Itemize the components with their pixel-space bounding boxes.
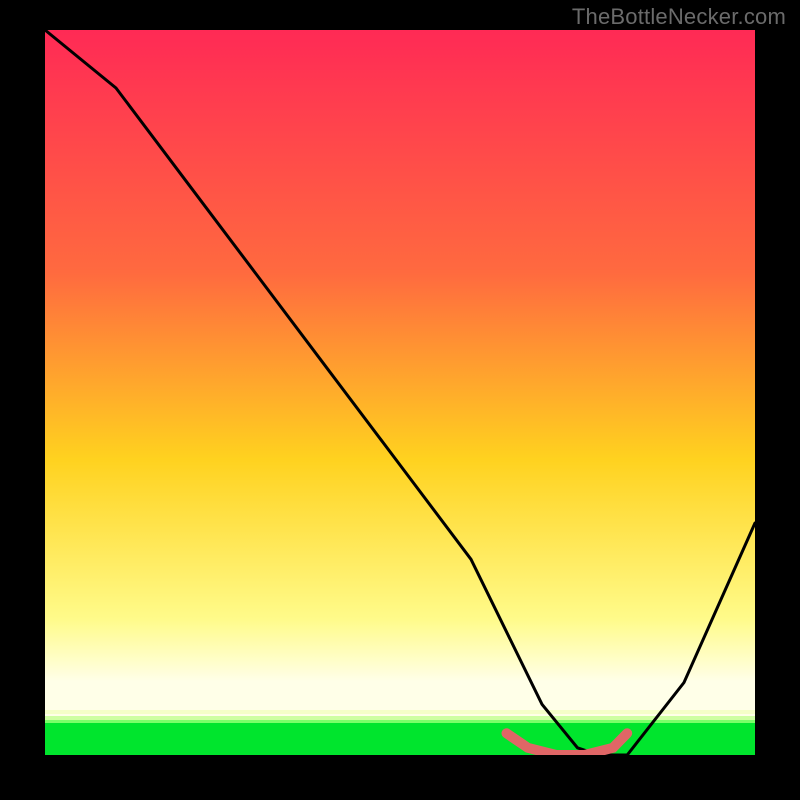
bottleneck-chart bbox=[45, 30, 755, 755]
watermark-text: TheBottleNecker.com bbox=[572, 4, 786, 30]
transition-stripe-1 bbox=[45, 710, 755, 714]
transition-stripe-3 bbox=[45, 720, 755, 723]
chart-svg bbox=[45, 30, 755, 755]
transition-stripe-2 bbox=[45, 716, 755, 720]
